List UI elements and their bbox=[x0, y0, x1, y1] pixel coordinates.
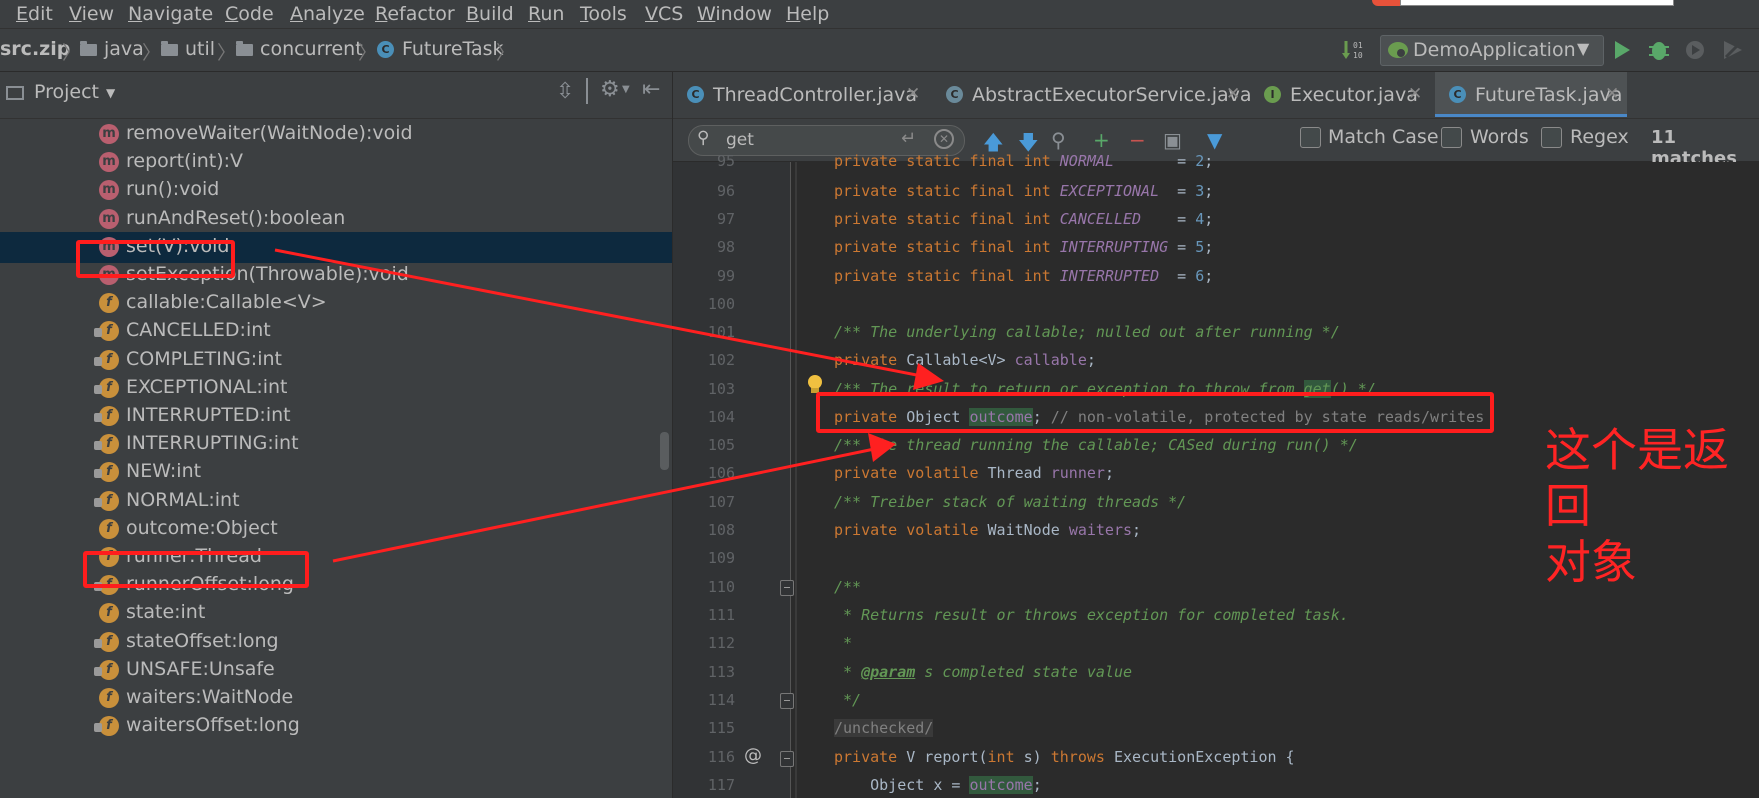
annotation-arrows bbox=[274, 248, 944, 563]
arrowhead bbox=[868, 433, 896, 462]
arrowhead bbox=[913, 363, 944, 390]
annotation-line: 对象 bbox=[1545, 535, 1637, 589]
annotation-arrow bbox=[274, 248, 933, 380]
annotation-line: 这个是返 bbox=[1545, 423, 1729, 477]
annotation-note: 这个是返 回 对象 bbox=[1545, 422, 1755, 590]
annotation-line: 回 bbox=[1545, 479, 1591, 533]
annotation-arrow bbox=[332, 445, 885, 563]
